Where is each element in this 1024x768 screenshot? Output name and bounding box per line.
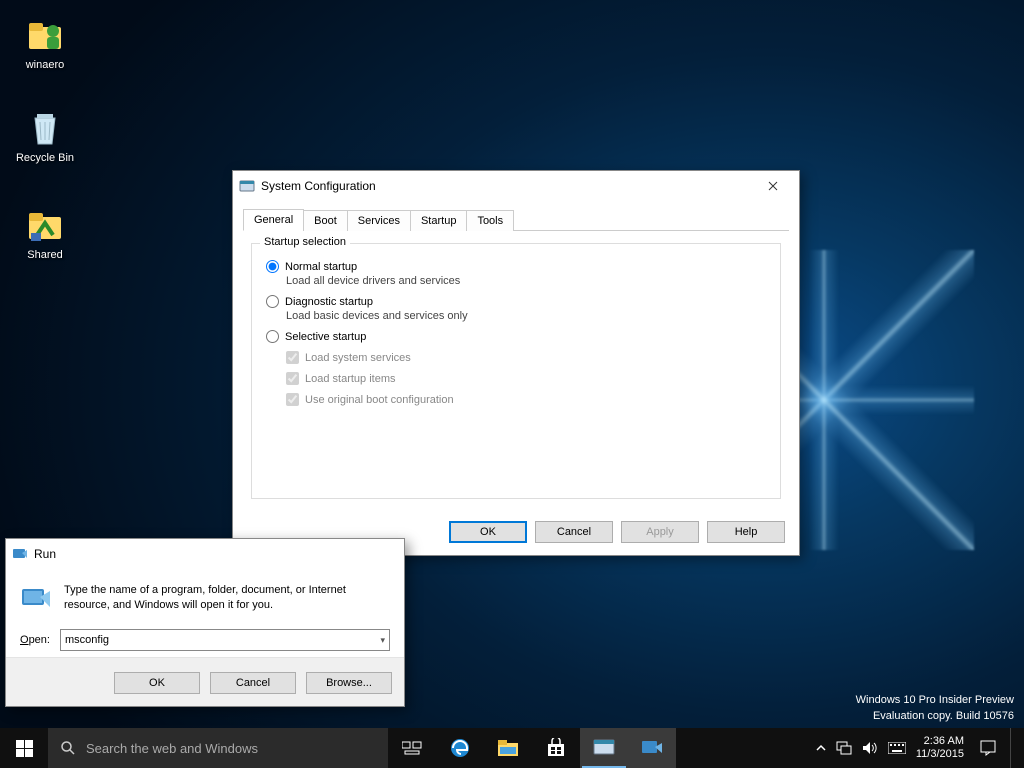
tray-volume-icon[interactable] [862, 741, 878, 755]
system-configuration-window: System Configuration General Boot Servic… [232, 170, 800, 556]
radio-normal-input[interactable] [266, 260, 279, 273]
cancel-button[interactable]: Cancel [535, 521, 613, 543]
help-button[interactable]: Help [707, 521, 785, 543]
desktop-icon-winaero[interactable]: winaero [10, 15, 80, 71]
radio-selective-input[interactable] [266, 330, 279, 343]
ok-button[interactable]: OK [449, 521, 527, 543]
radio-diagnostic-startup[interactable]: Diagnostic startup [266, 295, 766, 308]
tab-boot[interactable]: Boot [303, 210, 348, 231]
check-load-startup-items[interactable]: Load startup items [286, 372, 766, 385]
show-desktop-button[interactable] [1010, 728, 1016, 768]
group-legend: Startup selection [260, 236, 350, 248]
checkbox-input[interactable] [286, 393, 299, 406]
radio-diagnostic-desc: Load basic devices and services only [286, 310, 766, 322]
dialog-button-row: OK Cancel Browse... [6, 657, 404, 706]
keyboard-icon [888, 742, 906, 754]
run-taskbar-icon [641, 739, 663, 757]
search-placeholder: Search the web and Windows [86, 741, 258, 756]
check-load-system-services[interactable]: Load system services [286, 351, 766, 364]
checkbox-input[interactable] [286, 351, 299, 364]
desktop-icon-recycle-bin[interactable]: Recycle Bin [10, 108, 80, 164]
taskbar-clock[interactable]: 2:36 AM 11/3/2015 [916, 735, 970, 761]
desktop-icon-shared[interactable]: Shared [10, 205, 80, 261]
cancel-button[interactable]: Cancel [210, 672, 296, 694]
radio-label: Normal startup [285, 261, 357, 273]
run-description: Type the name of a program, folder, docu… [64, 583, 390, 615]
window-title: System Configuration [261, 179, 753, 193]
taskbar-item-edge[interactable] [436, 728, 484, 768]
window-title: Run [34, 547, 398, 561]
open-value: msconfig [65, 634, 109, 646]
radio-diagnostic-input[interactable] [266, 295, 279, 308]
radio-normal-desc: Load all device drivers and services [286, 275, 766, 287]
file-explorer-icon [497, 738, 519, 758]
radio-label: Selective startup [285, 331, 366, 343]
tab-services[interactable]: Services [347, 210, 411, 231]
checkbox-label: Use original boot configuration [305, 394, 454, 406]
tab-strip: General Boot Services Startup Tools [243, 207, 789, 231]
close-button[interactable] [753, 172, 793, 200]
task-view-button[interactable] [388, 728, 436, 768]
chevron-up-icon [816, 743, 826, 753]
desktop-icon-label: winaero [10, 59, 80, 71]
startup-selection-group: Startup selection Normal startup Load al… [251, 243, 781, 499]
taskbar-item-store[interactable] [532, 728, 580, 768]
action-center-button[interactable] [980, 740, 996, 756]
checkbox-label: Load startup items [305, 373, 396, 385]
close-icon [768, 181, 778, 191]
taskbar-item-explorer[interactable] [484, 728, 532, 768]
titlebar[interactable]: Run [6, 539, 404, 569]
clock-date: 11/3/2015 [916, 748, 964, 761]
volume-icon [862, 741, 878, 755]
msconfig-icon [239, 178, 255, 194]
desktop-watermark: Windows 10 Pro Insider Preview Evaluatio… [856, 693, 1014, 724]
titlebar[interactable]: System Configuration [233, 171, 799, 201]
tab-tools[interactable]: Tools [466, 210, 514, 231]
desktop-icon-label: Shared [10, 249, 80, 261]
desktop-icon-label: Recycle Bin [10, 152, 80, 164]
watermark-line1: Windows 10 Pro Insider Preview [856, 693, 1014, 708]
recycle-bin-icon [25, 108, 65, 148]
tab-startup[interactable]: Startup [410, 210, 467, 231]
tray-network-icon[interactable] [836, 741, 852, 755]
apply-button[interactable]: Apply [621, 521, 699, 543]
chevron-down-icon: ▾ [380, 635, 385, 646]
tray-show-hidden-icon[interactable] [816, 743, 826, 753]
taskbar-item-run[interactable] [628, 728, 676, 768]
taskbar-search[interactable]: Search the web and Windows [48, 728, 388, 768]
windows-logo-icon [16, 740, 33, 757]
radio-normal-startup[interactable]: Normal startup [266, 260, 766, 273]
open-combobox[interactable]: msconfig ▾ [60, 629, 390, 651]
run-dialog: Run Type the name of a program, folder, … [5, 538, 405, 707]
user-folder-icon [25, 15, 65, 55]
start-button[interactable] [0, 728, 48, 768]
shared-folder-icon [25, 205, 65, 245]
task-view-icon [402, 740, 422, 756]
clock-time: 2:36 AM [916, 735, 964, 748]
check-original-boot-config[interactable]: Use original boot configuration [286, 393, 766, 406]
taskbar-item-msconfig[interactable] [580, 728, 628, 768]
edge-icon [449, 737, 471, 759]
run-large-icon [20, 583, 52, 615]
store-icon [546, 738, 566, 758]
watermark-line2: Evaluation copy. Build 10576 [856, 709, 1014, 724]
system-tray: 2:36 AM 11/3/2015 [808, 728, 1024, 768]
run-icon [12, 546, 28, 562]
tab-general[interactable]: General [243, 209, 304, 231]
radio-selective-startup[interactable]: Selective startup [266, 330, 766, 343]
radio-label: Diagnostic startup [285, 296, 373, 308]
browse-button[interactable]: Browse... [306, 672, 392, 694]
action-center-icon [980, 740, 996, 756]
search-icon [60, 740, 76, 756]
ok-button[interactable]: OK [114, 672, 200, 694]
msconfig-taskbar-icon [593, 739, 615, 757]
open-label: Open: [20, 634, 50, 646]
network-icon [836, 741, 852, 755]
taskbar: Search the web and Windows 2:36 AM 11/3/… [0, 728, 1024, 768]
checkbox-label: Load system services [305, 352, 411, 364]
checkbox-input[interactable] [286, 372, 299, 385]
tray-keyboard-icon[interactable] [888, 742, 906, 754]
